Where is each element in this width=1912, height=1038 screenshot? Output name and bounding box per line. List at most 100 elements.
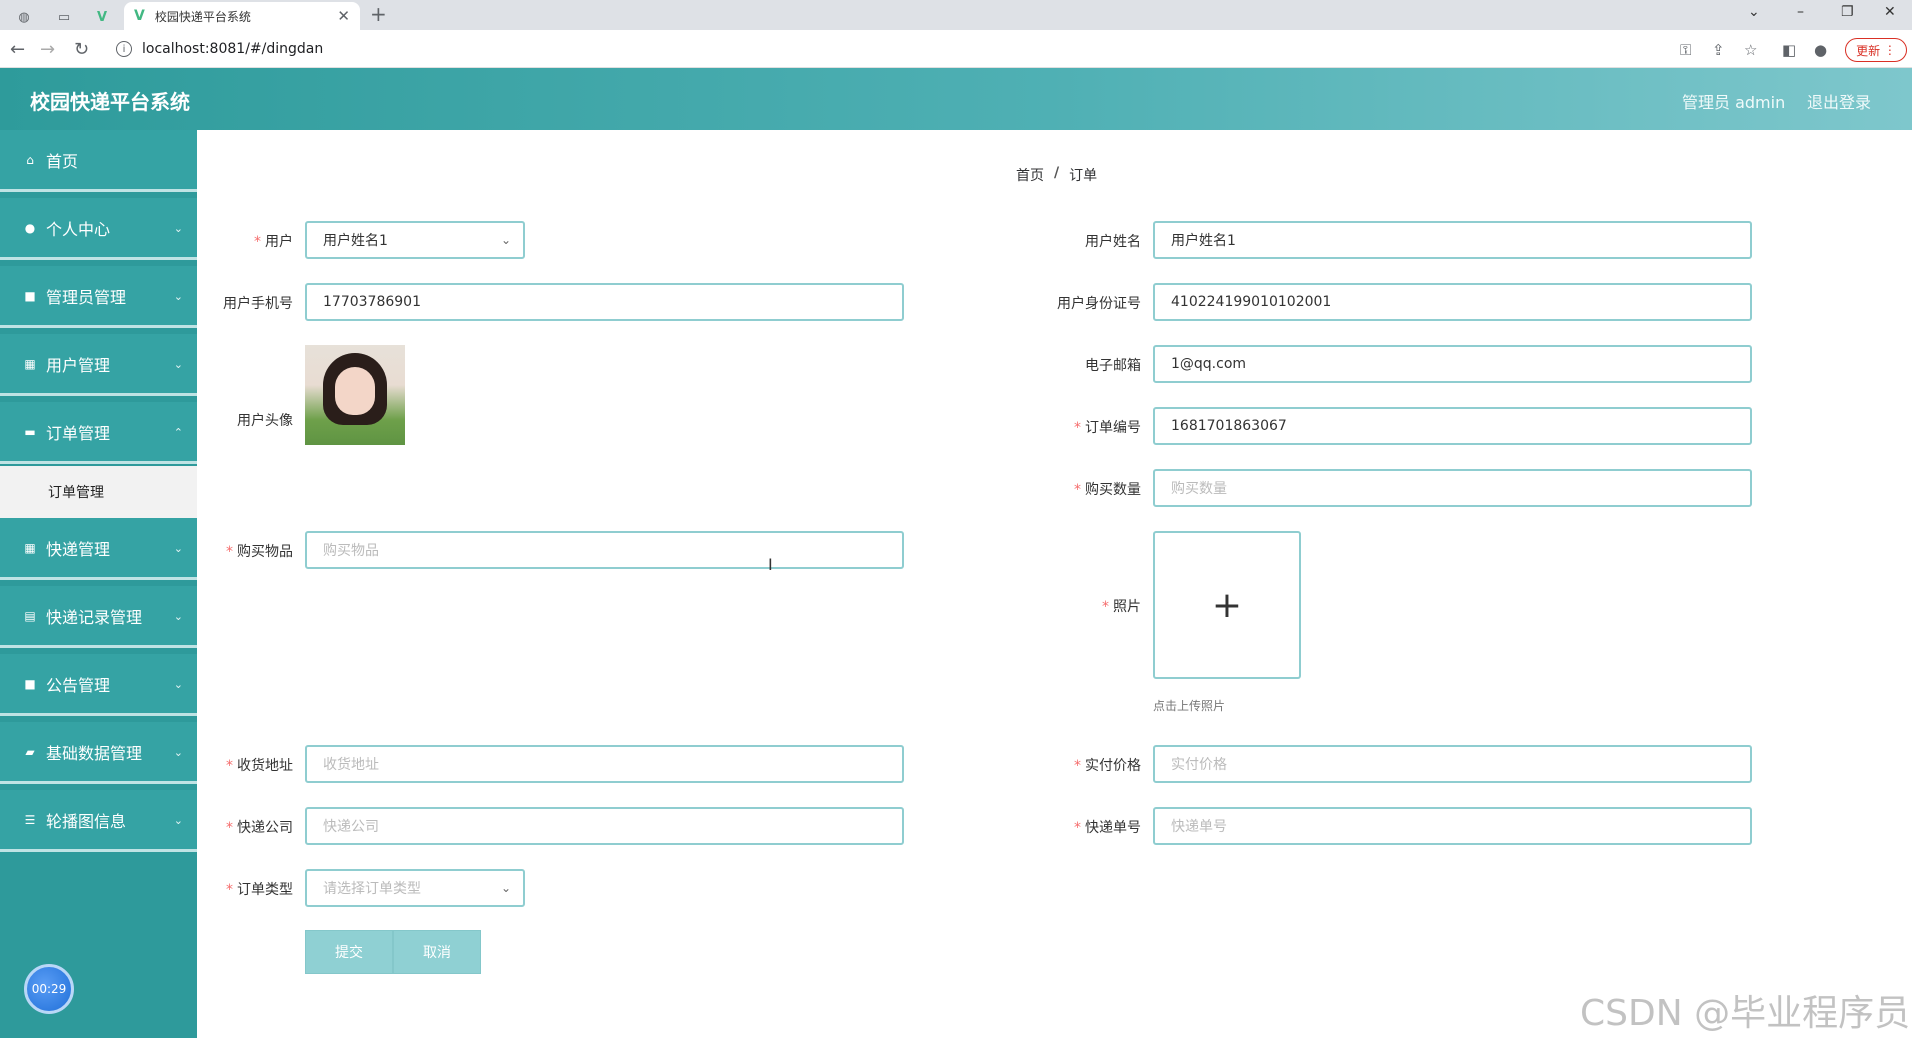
chevron-down-icon: ⌄ — [173, 358, 183, 371]
sidepanel-icon[interactable]: ◧ — [1782, 41, 1796, 59]
user-idcard-label: 用户身份证号 — [1057, 296, 1141, 312]
chat-icon: ■ — [24, 676, 36, 691]
key-icon[interactable]: ⚿ — [1680, 41, 1691, 59]
recording-timer[interactable]: 00:29 — [24, 964, 74, 1014]
sidebar-item-notices[interactable]: ■ 公告管理 ⌄ — [0, 654, 197, 716]
user-label: * 用户 — [254, 234, 293, 250]
company-input[interactable]: 快递公司 — [305, 807, 904, 845]
user-avatar-image — [305, 345, 405, 445]
submit-button[interactable]: 提交 — [305, 930, 393, 974]
back-icon[interactable]: ← — [10, 39, 25, 60]
email-input[interactable]: 1@qq.com — [1153, 345, 1752, 383]
site-info-icon[interactable]: i — [116, 41, 132, 57]
item-input[interactable]: 购买物品 — [305, 531, 904, 569]
browser-tab-strip: ◍ ▭ V V 校园快递平台系统 ✕ + ⌄ – ❐ ✕ — [0, 0, 1912, 30]
chevron-down-icon: ⌄ — [173, 610, 183, 623]
submenu-label: 订单管理 — [48, 485, 104, 501]
avatar-label: 用户头像 — [237, 413, 293, 429]
address-label: * 收货地址 — [226, 758, 293, 774]
breadcrumb-home[interactable]: 首页 — [1016, 165, 1044, 185]
user-icon: ● — [24, 220, 36, 235]
app-header: 校园快递平台系统 管理员 admin 退出登录 — [0, 68, 1912, 130]
photo-upload[interactable]: + — [1153, 531, 1301, 679]
tracking-input[interactable]: 快递单号 — [1153, 807, 1752, 845]
logout-link[interactable]: 退出登录 — [1807, 89, 1871, 113]
grid-icon: ▦ — [24, 356, 36, 371]
forward-icon[interactable]: → — [40, 39, 55, 60]
sidebar-item-label: 轮播图信息 — [46, 811, 127, 831]
sidebar-item-label: 用户管理 — [46, 355, 111, 375]
upload-tip: 点击上传照片 — [1153, 699, 1226, 713]
quantity-label: * 购买数量 — [1074, 482, 1141, 498]
company-label: * 快递公司 — [226, 820, 293, 836]
tracking-label: * 快递单号 — [1074, 820, 1141, 836]
tab-title: 校园快递平台系统 — [154, 9, 251, 24]
reload-icon[interactable]: ↻ — [74, 39, 89, 60]
sidebar-item-express[interactable]: ▦ 快递管理 ⌄ — [0, 518, 197, 580]
price-label: * 实付价格 — [1074, 758, 1141, 774]
chevron-down-icon: ⌄ — [500, 233, 511, 247]
doc-icon: ▤ — [24, 608, 36, 623]
sidebar-item-label: 基础数据管理 — [46, 743, 143, 763]
restore-icon[interactable]: ❐ — [1841, 4, 1854, 20]
sidebar-item-label: 个人中心 — [46, 219, 111, 239]
user-phone-label: 用户手机号 — [223, 296, 293, 312]
grid-icon: ▦ — [24, 540, 36, 555]
cancel-button[interactable]: 取消 — [393, 930, 481, 974]
new-tab-icon[interactable]: + — [370, 2, 387, 26]
order-type-select[interactable]: 请选择订单类型 ⌄ — [305, 869, 525, 907]
url-text: localhost:8081/#/dingdan — [142, 41, 324, 57]
sidebar-item-label: 公告管理 — [46, 675, 111, 695]
order-no-input[interactable]: 1681701863067 — [1153, 407, 1752, 445]
sidebar-item-users[interactable]: ▦ 用户管理 ⌄ — [0, 334, 197, 396]
user-name-label: 用户姓名 — [1085, 234, 1141, 250]
ticket-icon: ▰ — [25, 744, 35, 759]
user-phone-input[interactable]: 17703786901 — [305, 283, 904, 321]
admin-label: 管理员 admin — [1682, 93, 1786, 112]
close-tab-icon[interactable]: ✕ — [337, 7, 350, 25]
active-tab[interactable]: V 校园快递平台系统 ✕ — [124, 2, 360, 30]
vue-tab-icon[interactable]: V — [84, 4, 120, 30]
share-icon[interactable]: ⇪ — [1712, 41, 1725, 59]
sidebar-item-orders[interactable]: ▬ 订单管理 ⌃ — [0, 402, 197, 464]
sidebar: ⌂ 首页 ● 个人中心 ⌄ ■ 管理员管理 ⌄ ▦ 用户管理 ⌄ ▬ 订单管理 … — [0, 130, 197, 1038]
sidebar-item-carousel[interactable]: ☰ 轮播图信息 ⌄ — [0, 790, 197, 852]
update-button[interactable]: 更新 ⋮ — [1845, 38, 1907, 62]
star-icon[interactable]: ☆ — [1744, 41, 1757, 59]
plus-icon: + — [1211, 584, 1243, 626]
globe-icon[interactable]: ◍ — [6, 4, 42, 30]
address-bar: ← → ↻ i localhost:8081/#/dingdan ⚿ ⇪ ☆ ◧… — [0, 30, 1912, 68]
timer-text: 00:29 — [31, 982, 67, 996]
close-window-icon[interactable]: ✕ — [1884, 4, 1896, 20]
sidebar-item-label: 管理员管理 — [46, 287, 127, 307]
sidebar-item-label: 快递管理 — [46, 539, 111, 559]
address-input[interactable]: 收货地址 — [305, 745, 904, 783]
sidebar-item-express-records[interactable]: ▤ 快递记录管理 ⌄ — [0, 586, 197, 648]
url-field[interactable]: i localhost:8081/#/dingdan — [110, 36, 1870, 62]
sidebar-item-home[interactable]: ⌂ 首页 — [0, 130, 197, 192]
tab-search-icon[interactable]: ⌄ — [1748, 4, 1760, 20]
breadcrumb: 首页 / 订单 — [1016, 165, 1097, 185]
sidebar-item-admins[interactable]: ■ 管理员管理 ⌄ — [0, 266, 197, 328]
price-input[interactable]: 实付价格 — [1153, 745, 1752, 783]
quantity-input[interactable]: 购买数量 — [1153, 469, 1752, 507]
user-select[interactable]: 用户姓名1 ⌄ — [305, 221, 525, 259]
profile-icon[interactable]: ● — [1814, 41, 1827, 59]
minimize-icon[interactable]: – — [1797, 4, 1804, 20]
blank-tab-icon[interactable]: ▭ — [46, 4, 82, 30]
breadcrumb-separator: / — [1054, 165, 1060, 181]
cart-icon: ▬ — [24, 424, 36, 439]
submenu-order-manage[interactable]: 订单管理 — [0, 466, 197, 518]
chat-icon: ■ — [24, 288, 36, 303]
breadcrumb-current: 订单 — [1069, 168, 1098, 184]
order-type-label: * 订单类型 — [226, 882, 293, 898]
item-label: * 购买物品 — [226, 544, 293, 560]
user-idcard-input[interactable]: 410224199010102001 — [1153, 283, 1752, 321]
text-cursor-icon: I — [768, 555, 773, 574]
sidebar-item-personal[interactable]: ● 个人中心 ⌄ — [0, 198, 197, 260]
sidebar-item-label: 首页 — [46, 151, 79, 171]
vue-favicon-icon: V — [134, 8, 145, 24]
email-label: 电子邮箱 — [1085, 358, 1141, 374]
sidebar-item-base-data[interactable]: ▰ 基础数据管理 ⌄ — [0, 722, 197, 784]
user-name-input[interactable]: 用户姓名1 — [1153, 221, 1752, 259]
